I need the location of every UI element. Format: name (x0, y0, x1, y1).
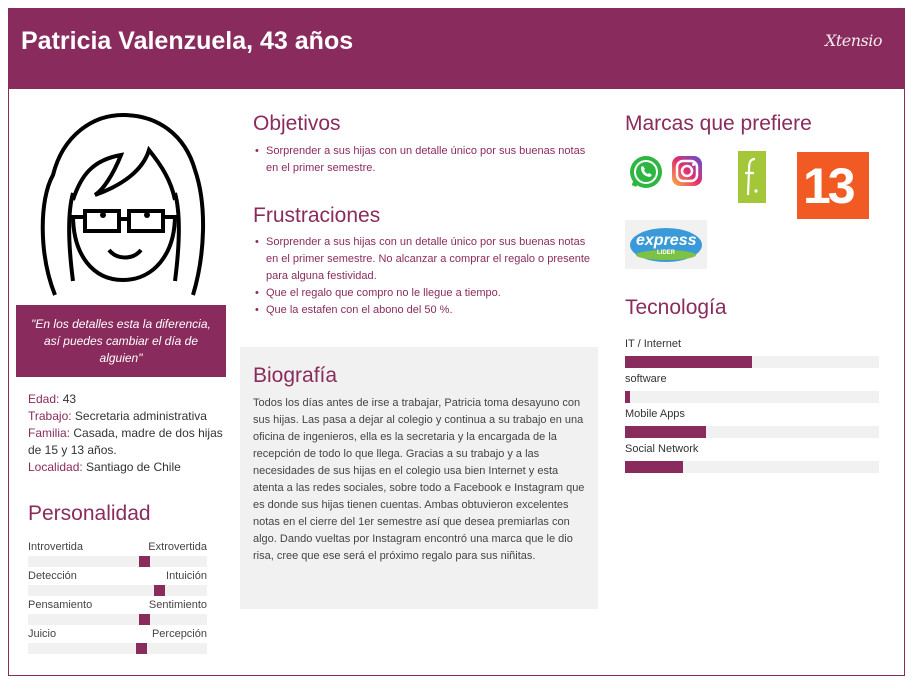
biography-heading: Biografía (253, 364, 338, 387)
page-title: Patricia Valenzuela, 43 años (21, 27, 354, 55)
tech-row: IT / Internet (625, 338, 879, 373)
tech-track (625, 426, 879, 438)
trait-row: Pensamiento Sentimiento (28, 599, 207, 628)
list-item-text: Sorprender a sus hijas con un detalle ún… (266, 145, 586, 174)
personality-heading: Personalidad (28, 502, 151, 525)
trait-row: Juicio Percepción (28, 628, 207, 657)
express-lider-logo: express LIDER (625, 220, 707, 269)
persona-facts: Edad: 43 Trabajo: Secretaria administrat… (28, 391, 228, 476)
brand-logo[interactable]: Xtensio (825, 31, 883, 50)
falabella-logo-icon (738, 151, 766, 203)
objectives-heading: Objetivos (253, 112, 341, 135)
tech-label: Social Network (625, 443, 699, 455)
fact-label: Localidad: (28, 460, 83, 474)
list-item: • Que la estafen con el abono del 50 %. (255, 302, 596, 319)
persona-card: Patricia Valenzuela, 43 años Xtensio "En… (8, 8, 905, 676)
fact-job: Trabajo: Secretaria administrativa (28, 408, 228, 425)
tech-fill (625, 391, 630, 403)
tech-row: software (625, 373, 879, 408)
lider-text: LIDER (657, 250, 675, 256)
trait-row: Introvertida Extrovertida (28, 541, 207, 570)
bullet-icon: • (255, 287, 259, 299)
trait-left-label: Introvertida (28, 541, 84, 553)
persona-quote: "En los detalles esta la diferencia, así… (16, 305, 226, 377)
trait-track (28, 643, 207, 654)
trait-marker[interactable] (154, 585, 165, 596)
biography-panel: Biografía Todos los días antes de irse a… (240, 347, 598, 609)
tech-label: software (625, 373, 667, 385)
canal-13-logo: 13 (797, 152, 869, 219)
list-item: • Sorprender a sus hijas con un detalle ú… (255, 143, 596, 177)
trait-right-label: Sentimiento (148, 599, 207, 611)
trait-left-label: Detección (28, 570, 77, 582)
tech-label: Mobile Apps (625, 408, 685, 420)
biography-text: Todos los días antes de irse a trabajar,… (253, 397, 585, 562)
bullet-icon: • (255, 145, 259, 157)
trait-row: Detección Intuición (28, 570, 207, 599)
avatar (40, 112, 205, 296)
tech-row: Mobile Apps (625, 408, 879, 443)
trait-track (28, 556, 207, 567)
tech-track (625, 391, 879, 403)
canal-13-text: 13 (803, 158, 856, 214)
fact-label: Familia: (28, 426, 71, 440)
trait-marker[interactable] (136, 643, 147, 654)
objectives-list: • Sorprender a sus hijas con un detalle ú… (253, 143, 596, 177)
frustrations-list: • Sorprender a sus hijas con un detalle ú… (253, 234, 596, 319)
express-text: express (636, 232, 697, 249)
trait-right-label: Percepción (151, 628, 207, 640)
technology-bars: IT / Internet software Mobile Apps Socia… (625, 338, 879, 478)
tech-row: Social Network (625, 443, 879, 478)
fact-value: Santiago de Chile (82, 460, 181, 474)
tech-track (625, 356, 879, 368)
fact-label: Edad: (28, 392, 60, 406)
trait-left-label: Juicio (28, 628, 57, 640)
frustrations-heading: Frustraciones (253, 204, 381, 227)
tech-label: IT / Internet (625, 338, 682, 350)
whatsapp-logo-icon (630, 156, 662, 188)
trait-track (28, 585, 207, 596)
trait-marker[interactable] (139, 614, 150, 625)
trait-track (28, 614, 207, 625)
bullet-icon: • (255, 236, 259, 248)
fact-value: Secretaria administrativa (71, 409, 207, 423)
fact-location: Localidad: Santiago de Chile (28, 459, 228, 476)
trait-right-label: Intuición (166, 570, 207, 582)
list-item: • Que el regalo que compro no le llegue a… (255, 285, 596, 302)
trait-marker[interactable] (139, 556, 150, 567)
fact-family: Familia: Casada, madre de dos hijas de 1… (28, 425, 228, 459)
technology-heading: Tecnología (625, 296, 727, 319)
list-item-text: Que la estafen con el abono del 50 %. (266, 304, 453, 316)
brands-heading: Marcas que prefiere (625, 112, 812, 135)
list-item: • Sorprender a sus hijas con un detalle ú… (255, 234, 596, 285)
bullet-icon: • (255, 304, 259, 316)
personality-sliders: Introvertida Extrovertida Detección Intu… (28, 541, 207, 657)
trait-right-label: Extrovertida (148, 541, 207, 553)
tech-fill (625, 426, 706, 438)
tech-fill (625, 356, 752, 368)
list-item-text: Que el regalo que compro no le llegue a … (266, 287, 501, 299)
trait-left-label: Pensamiento (28, 599, 93, 611)
fact-label: Trabajo: (28, 409, 72, 423)
list-item-text: Sorprender a sus hijas con un detalle ún… (266, 236, 591, 282)
tech-track (625, 461, 879, 473)
instagram-logo-icon (672, 156, 702, 186)
fact-age: Edad: 43 (28, 391, 228, 408)
tech-fill (625, 461, 683, 473)
header-bar: Patricia Valenzuela, 43 años Xtensio (9, 9, 904, 89)
fact-value: 43 (59, 392, 77, 406)
